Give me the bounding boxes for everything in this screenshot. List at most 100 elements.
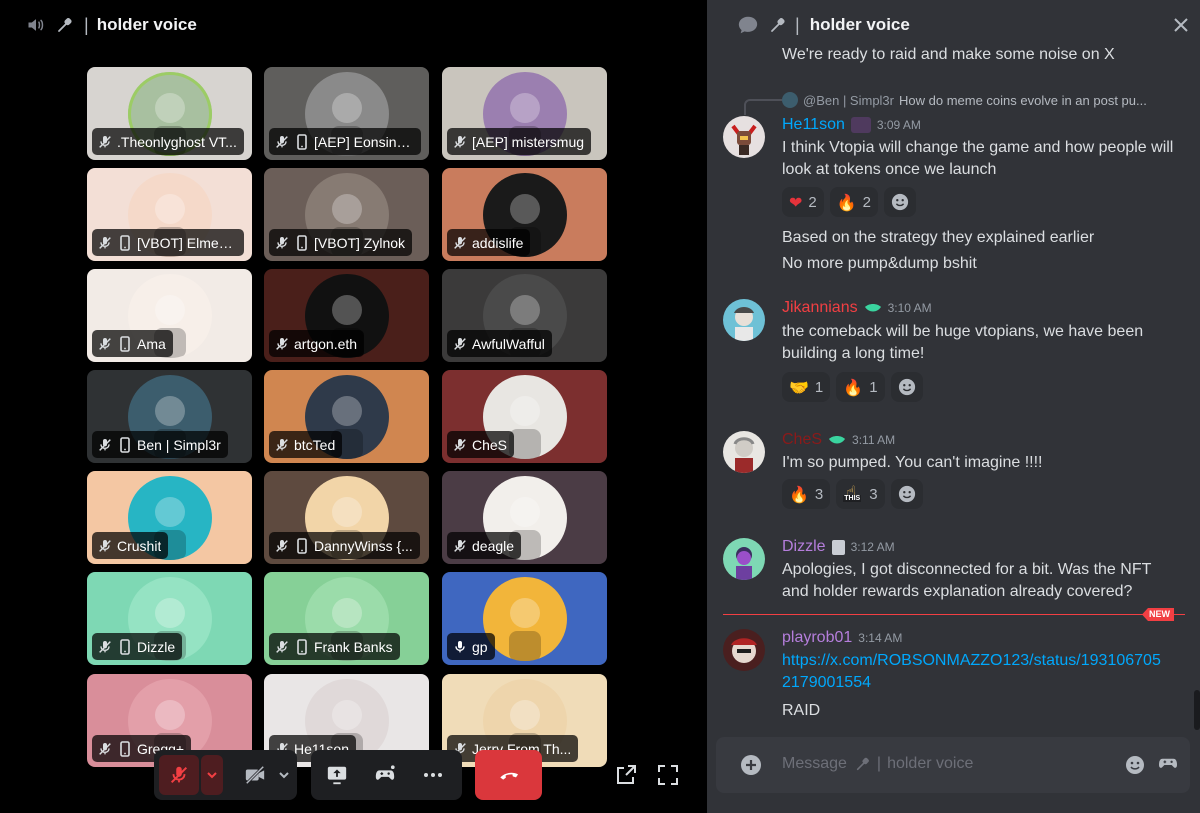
avatar[interactable] [723,538,765,580]
participant-tile[interactable]: Crushit [87,471,252,564]
participant-tile[interactable]: [AEP] mistersmug [442,67,607,160]
participant-tile[interactable]: deagle [442,471,607,564]
participant-tile[interactable]: [VBOT] Elmer (... [87,168,252,261]
participant-tile[interactable]: btcTed [264,370,429,463]
more-options-button[interactable] [409,755,457,795]
mic-muted-icon [452,336,468,352]
reaction-count: 2 [862,193,872,211]
participant-tile[interactable]: Ama [87,269,252,362]
username[interactable]: playrob01 [782,629,852,647]
avatar[interactable] [723,116,765,158]
reply-preview[interactable]: @Ben | Simpl3r How do meme coins evolve … [782,92,1147,108]
message-playrob01: playrob01 3:14 AM https://x.com/ROBSONMA… [707,627,1187,727]
reaction-handshake[interactable]: 🤝 1 [782,372,831,402]
share-activity-group [311,750,462,800]
participant-name: Ama [137,335,166,352]
participant-tile[interactable]: [AEP] Eonsin | ... [264,67,429,160]
message-composer[interactable]: Message | holder voice [716,737,1190,793]
add-reaction-button[interactable] [890,372,923,402]
mute-options-button[interactable] [201,755,223,795]
popout-icon [617,765,636,784]
mic-muted-icon [452,437,468,453]
participant-name: [VBOT] Elmer (... [137,234,237,251]
message-text: RAID [782,702,821,719]
mic-muted-icon [452,538,468,554]
reactions: 🤝 1 🔥 1 [782,372,923,402]
mic-muted-icon [97,336,113,352]
participant-tile[interactable]: [VBOT] Zylnok [264,168,429,261]
fire-icon: 🔥 [789,484,809,504]
camera-button[interactable] [235,755,275,795]
username[interactable]: He11son [782,116,845,134]
message-link[interactable]: https://x.com/ROBSONMAZZO123/status/1931… [782,650,1177,694]
participant-label: [AEP] mistersmug [447,128,592,155]
screen-share-button[interactable] [313,755,361,795]
participant-label: Ama [92,330,173,357]
participant-tile[interactable]: Frank Banks [264,572,429,665]
reaction-this[interactable]: ☝ THIS 3 [836,479,885,509]
add-attachment-icon[interactable] [741,755,761,775]
participant-tile[interactable]: DannyWinss {... [264,471,429,564]
message-text: Apologies, I got disconnected for a bit.… [782,561,1152,600]
activity-button[interactable] [361,755,409,795]
mic-muted-icon [452,134,468,150]
participant-tile[interactable]: Ben | Simpl3r [87,370,252,463]
avatar[interactable] [723,629,765,671]
scrollbar[interactable] [1194,690,1200,730]
avatar [782,92,798,108]
reaction-fire[interactable]: 🔥 2 [829,187,879,217]
new-badge: NEW [1142,608,1174,621]
gamepad-icon[interactable] [1157,756,1179,774]
mic-stage-icon [856,757,869,771]
emoji-icon[interactable] [1125,755,1145,775]
smile-icon [891,193,909,211]
popout-button[interactable] [614,763,638,792]
reaction-heart[interactable]: ❤ 2 [782,187,824,217]
timestamp: 3:11 AM [852,433,896,447]
participant-name: Ben | Simpl3r [137,436,221,453]
mute-button[interactable] [159,755,199,795]
mic-muted-icon [274,639,290,655]
participant-label: gp [447,633,495,660]
participant-name: Crushit [117,537,162,554]
participant-tile[interactable]: AwfulWafful [442,269,607,362]
participant-tile[interactable]: Dizzle [87,572,252,665]
leave-call-button[interactable] [475,750,542,800]
avatar [482,576,567,661]
screen-share-icon [327,766,347,785]
camera-options-button[interactable] [275,755,293,795]
participant-tile[interactable]: addislife [442,168,607,261]
participant-tile[interactable]: artgon.eth [264,269,429,362]
mobile-icon [294,133,310,150]
participant-label: DannyWinss {... [269,532,420,559]
participant-tile[interactable]: .Theonlyghost VT... [87,67,252,160]
participant-tile[interactable]: CheS [442,370,607,463]
message-he11son: @Ben | Simpl3r How do meme coins evolve … [707,90,1187,280]
mic-muted-icon [170,766,188,784]
add-reaction-button[interactable] [884,187,917,217]
participant-tile[interactable]: gp [442,572,607,665]
username[interactable]: Jikannians [782,299,858,317]
avatar[interactable] [723,299,765,341]
reaction-fire[interactable]: 🔥 1 [836,372,885,402]
close-icon[interactable] [1173,17,1189,33]
reaction-fire[interactable]: 🔥 3 [782,479,831,509]
fullscreen-button[interactable] [656,763,680,792]
participant-label: deagle [447,532,522,559]
link-line: https://x.com/ROBSONMAZZO123/status/1931… [782,652,1161,669]
mic-muted-icon [274,336,290,352]
reactions: ❤ 2 🔥 2 [782,187,917,217]
speaker-icon [28,19,44,31]
reply-username: @Ben | Simpl3r [803,92,894,108]
username[interactable]: Dizzle [782,538,826,556]
message-dizzle: Dizzle 3:12 AM Apologies, I got disconne… [707,536,1187,606]
message-input[interactable]: Message | holder voice [782,755,973,773]
chat-channel-title: holder voice [809,15,910,34]
link-line: 2179001554 [782,674,871,691]
mobile-icon [294,234,310,251]
participant-label: CheS [447,431,515,458]
username[interactable]: CheS [782,431,822,449]
avatar[interactable] [723,431,765,473]
message-ches: CheS 3:11 AM I'm so pumped. You can't im… [707,429,1187,514]
add-reaction-button[interactable] [890,479,923,509]
